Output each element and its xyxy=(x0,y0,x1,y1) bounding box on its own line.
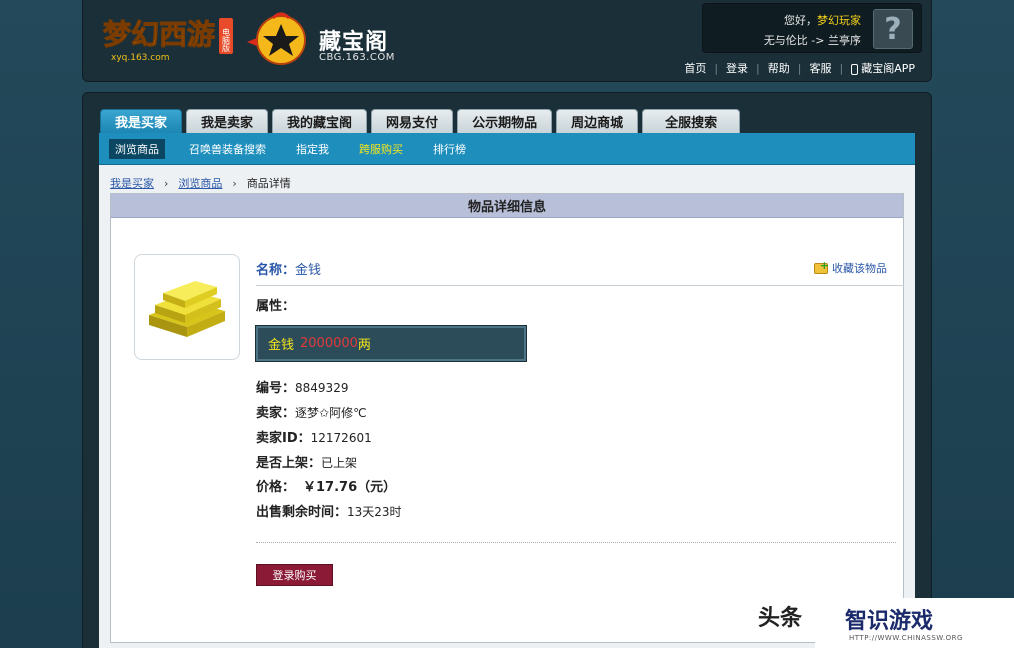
game-logo-url: xyq.163.com xyxy=(111,53,170,63)
cbg-url: CBG.163.COM xyxy=(319,52,395,63)
item-name-label: 名称： xyxy=(256,263,296,278)
user-box: 您好，梦幻玩家 无与伦比 -> 兰亭序 ? xyxy=(702,3,922,53)
subnav-browse[interactable]: 浏览商品 xyxy=(109,138,165,159)
divider: | xyxy=(756,61,760,75)
folder-add-icon xyxy=(814,259,829,274)
tab-public-items[interactable]: 公示期物品 xyxy=(457,109,553,133)
panel-title: 物品详细信息 xyxy=(111,194,903,218)
listed-row: 是否上架：已上架 xyxy=(256,452,357,471)
time-value: 13天23时 xyxy=(347,505,402,519)
link-service[interactable]: 客服 xyxy=(809,60,831,76)
subnav-ranking[interactable]: 排行榜 xyxy=(427,139,472,159)
subnav-pet-equip-search[interactable]: 召唤兽装备搜索 xyxy=(183,139,272,159)
greeting-text: 您好， xyxy=(784,14,817,27)
attributes-label: 属性： xyxy=(256,299,296,314)
item-detail-panel: 物品详细信息 名称：金钱 收藏该物品 属性： 金钱 2000000 两 编号：8… xyxy=(110,193,904,643)
seller-label: 卖家： xyxy=(256,406,296,421)
item-id-value: 8849329 xyxy=(295,381,349,395)
attributes-box: 金钱 2000000 两 xyxy=(255,325,527,362)
tab-seller[interactable]: 我是卖家 xyxy=(186,109,269,133)
link-app[interactable]: 藏宝阁APP xyxy=(861,60,915,76)
link-login[interactable]: 登录 xyxy=(726,60,748,76)
divider: | xyxy=(839,61,844,75)
seller-value: 逐梦✩阿修℃ xyxy=(295,406,367,420)
price-value: ￥17.76（元） xyxy=(303,480,397,495)
item-name-value: 金钱 xyxy=(295,263,322,278)
divider xyxy=(256,285,904,286)
seller-id-row: 卖家ID：12172601 xyxy=(256,427,372,446)
item-name: 名称：金钱 xyxy=(256,259,321,278)
avatar[interactable]: ? xyxy=(873,9,913,49)
link-help[interactable]: 帮助 xyxy=(768,60,790,76)
divider: | xyxy=(714,61,719,75)
watermark-title: 智识游戏 xyxy=(845,609,934,634)
attr-unit: 两 xyxy=(357,338,371,353)
game-logo-text: 梦幻西游 xyxy=(103,18,215,51)
price-row: 价格： ￥17.76（元） xyxy=(256,476,396,495)
seller-row: 卖家：逐梦✩阿修℃ xyxy=(256,402,367,421)
breadcrumb-buyer[interactable]: 我是买家 xyxy=(110,175,154,191)
main-tabs: 我是买家 我是卖家 我的藏宝阁 网易支付 公示期物品 周边商城 全服搜索 xyxy=(100,109,744,133)
chevron-right-icon: › xyxy=(232,176,237,190)
gold-bars-icon xyxy=(149,281,225,337)
game-logo[interactable]: 梦幻西游 电脑版 xyq.163.com xyxy=(101,10,239,64)
breadcrumb-current: 商品详情 xyxy=(246,177,291,190)
greeting: 您好，梦幻玩家 xyxy=(784,12,861,28)
seller-id-label: 卖家ID： xyxy=(256,431,311,446)
top-links: 首页 | 登录 | 帮助 | 客服 | 藏宝阁APP xyxy=(684,60,915,76)
sub-navigation: 浏览商品 召唤兽装备搜索 指定我 跨服购买 排行榜 xyxy=(99,133,915,165)
question-icon: ? xyxy=(884,11,902,47)
listed-value: 已上架 xyxy=(321,456,358,470)
breadcrumb-browse[interactable]: 浏览商品 xyxy=(178,175,222,191)
time-row: 出售剩余时间：13天23时 xyxy=(256,501,402,520)
server-info[interactable]: 无与伦比 -> 兰亭序 xyxy=(764,32,861,48)
tab-netease-pay[interactable]: 网易支付 xyxy=(371,109,454,133)
tab-merch-store[interactable]: 周边商城 xyxy=(556,109,639,133)
watermark-sub: HTTP://WWW.CHINASSW.ORG xyxy=(849,634,963,642)
watermark-left: 头条 xyxy=(758,606,803,631)
attr-value: 2000000 xyxy=(300,336,358,351)
item-id-row: 编号：8849329 xyxy=(256,377,348,396)
tab-all-server-search[interactable]: 全服搜索 xyxy=(642,109,741,133)
subnav-cross-server[interactable]: 跨服购买 xyxy=(353,139,409,159)
item-image xyxy=(134,254,240,360)
listed-label: 是否上架： xyxy=(256,456,322,471)
site-header: 梦幻西游 电脑版 xyq.163.com 藏宝阁 CBG.163.COM 您好，… xyxy=(82,0,932,82)
item-id-label: 编号： xyxy=(256,381,296,396)
favorite-label: 收藏该物品 xyxy=(832,262,887,275)
time-label: 出售剩余时间： xyxy=(256,505,348,520)
phone-icon xyxy=(851,63,859,75)
price-label: 价格： xyxy=(256,480,296,495)
seller-id-value: 12172601 xyxy=(310,431,372,445)
watermark-logo: 智识游戏 HTTP://WWW.CHINASSW.ORG xyxy=(815,598,1014,648)
attr-key: 金钱 xyxy=(268,338,295,353)
tab-buyer[interactable]: 我是买家 xyxy=(100,109,183,133)
chevron-right-icon: › xyxy=(164,176,169,190)
username[interactable]: 梦幻玩家 xyxy=(817,14,861,27)
divider: | xyxy=(797,61,802,75)
link-home[interactable]: 首页 xyxy=(684,60,706,76)
game-logo-badge: 电脑版 xyxy=(222,27,231,53)
login-buy-button[interactable]: 登录购买 xyxy=(256,564,333,586)
breadcrumb: 我是买家 › 浏览商品 › 商品详情 xyxy=(110,175,291,191)
tab-my-cbg[interactable]: 我的藏宝阁 xyxy=(272,109,368,133)
divider xyxy=(256,542,896,543)
favorite-button[interactable]: 收藏该物品 xyxy=(814,259,887,276)
subnav-designated[interactable]: 指定我 xyxy=(290,139,335,159)
